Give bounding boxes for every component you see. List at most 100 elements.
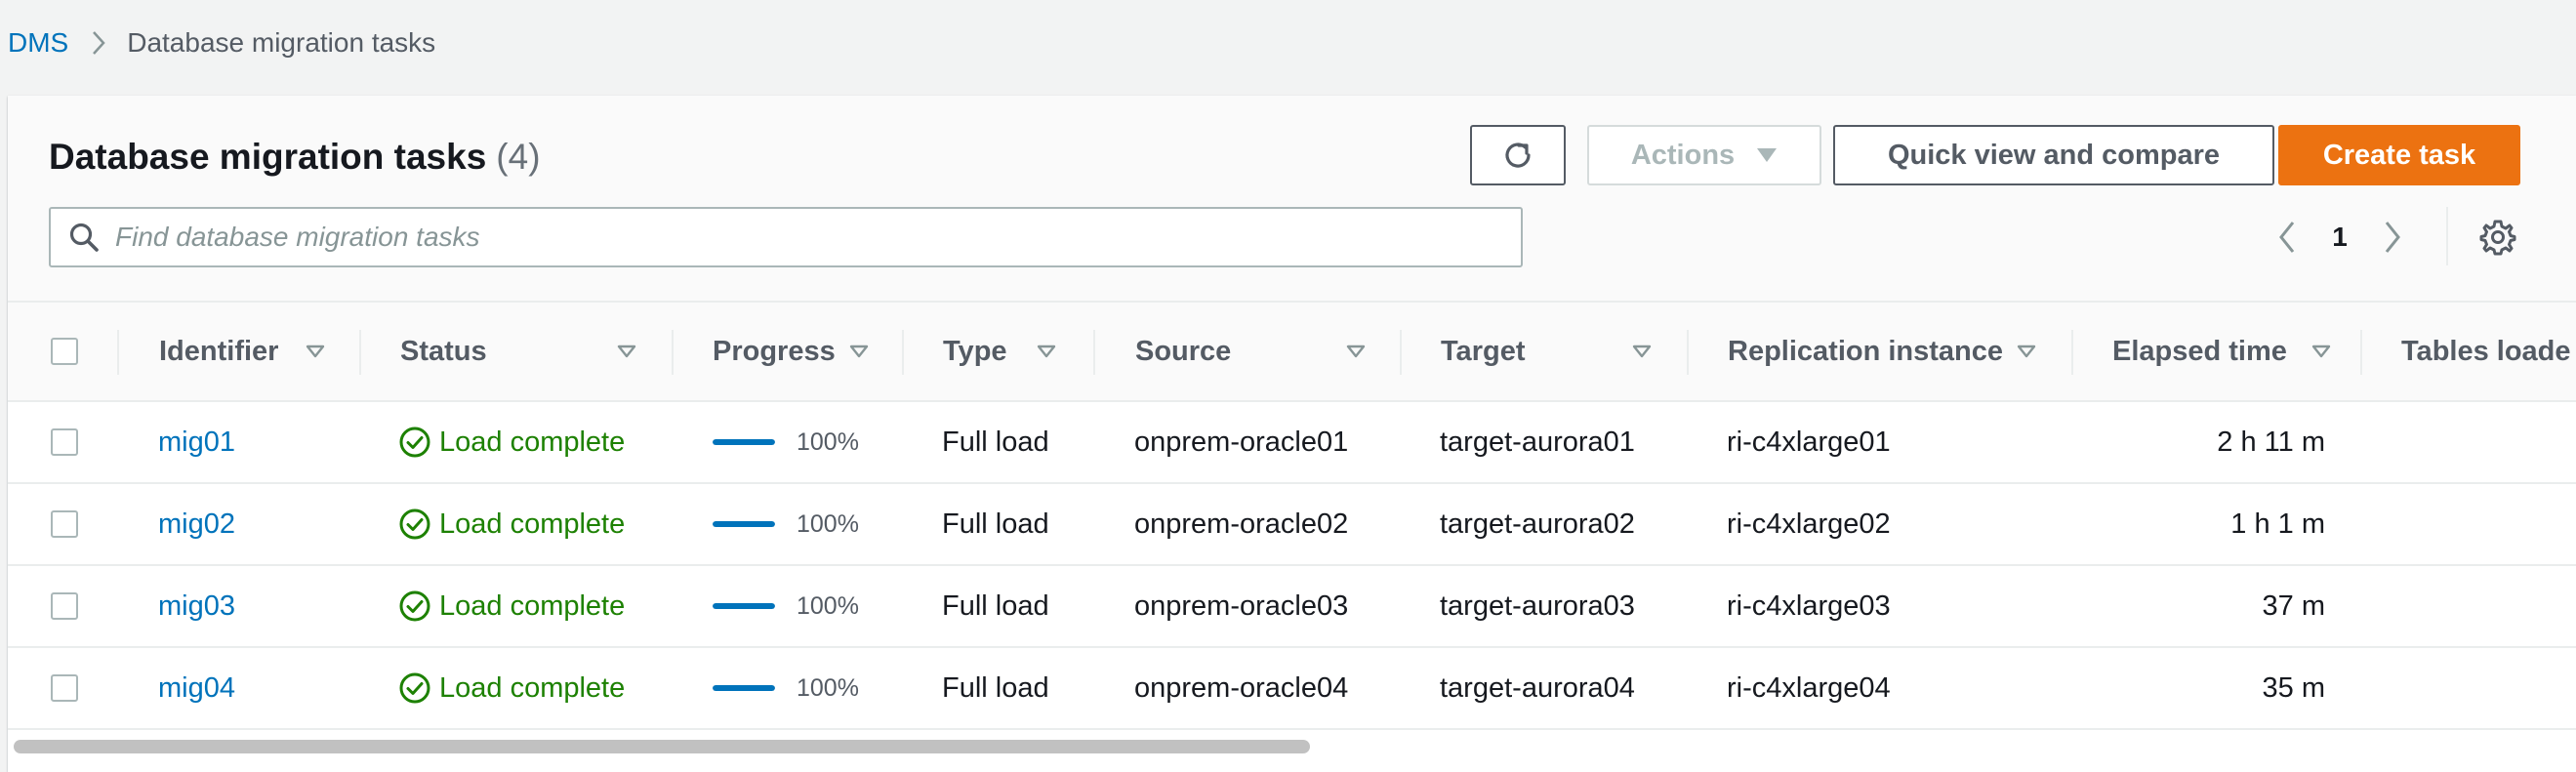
task-identifier-link[interactable]: mig01 — [158, 402, 235, 482]
column-header-replication-instance[interactable]: Replication instance — [1728, 303, 2079, 400]
status-cell: Load complete — [398, 648, 625, 728]
sort-caret-icon — [2311, 345, 2331, 358]
panel-title-row: Database migration tasks (4) — [49, 137, 541, 178]
pager-divider — [2446, 207, 2448, 265]
progress-percent: 100% — [797, 673, 859, 702]
elapsed-time-cell: 37 m — [2262, 589, 2325, 622]
column-header-elapsed-time[interactable]: Elapsed time — [2112, 303, 2366, 400]
column-label-elapsed-time: Elapsed time — [2112, 335, 2287, 367]
source-cell: onprem-oracle03 — [1134, 589, 1349, 622]
breadcrumb-dms-link[interactable]: DMS — [8, 27, 68, 59]
elapsed-time-cell: 2 h 11 m — [2217, 426, 2325, 458]
type-cell: Full load — [942, 426, 1049, 458]
sort-caret-icon — [306, 345, 325, 358]
progress-bar — [713, 603, 775, 609]
check-circle-icon — [398, 426, 431, 459]
row-select-cell — [51, 402, 78, 482]
page-title: Database migration tasks — [49, 137, 487, 177]
column-label-progress: Progress — [713, 335, 836, 367]
prev-page-button[interactable] — [2268, 215, 2307, 260]
column-header-identifier[interactable]: Identifier — [159, 303, 374, 400]
refresh-button[interactable] — [1470, 125, 1566, 185]
refresh-icon — [1500, 138, 1535, 173]
column-header-target[interactable]: Target — [1441, 303, 1675, 400]
panel-header: Database migration tasks (4) Actions Qui… — [8, 96, 2576, 301]
scrollbar-thumb[interactable] — [14, 740, 1310, 753]
task-count: (4) — [496, 137, 541, 177]
type-cell: Full load — [942, 508, 1049, 540]
row-checkbox[interactable] — [51, 592, 78, 620]
source-cell: onprem-oracle01 — [1134, 426, 1349, 458]
search-input[interactable] — [115, 222, 1521, 253]
sort-caret-icon — [1037, 345, 1056, 358]
column-label-type: Type — [943, 335, 1007, 367]
replication-instance-cell: ri-c4xlarge01 — [1727, 426, 1891, 458]
replication-instance-cell: ri-c4xlarge02 — [1727, 508, 1891, 540]
quick-view-compare-button[interactable]: Quick view and compare — [1833, 125, 2274, 185]
chevron-right-icon — [2384, 221, 2401, 254]
gear-icon — [2479, 219, 2516, 256]
sort-caret-icon — [617, 345, 636, 358]
progress-cell: 100% — [713, 402, 859, 482]
status-cell: Load complete — [398, 566, 625, 646]
column-header-progress[interactable]: Progress — [713, 303, 927, 400]
horizontal-scrollbar[interactable] — [8, 728, 2576, 772]
progress-percent: 100% — [797, 427, 859, 456]
column-header-status[interactable]: Status — [400, 303, 644, 400]
table-row: mig01 Load complete 100% Full load onpre… — [8, 402, 2576, 484]
table-row: mig03 Load complete 100% Full load onpre… — [8, 566, 2576, 648]
column-divider — [1400, 330, 1402, 375]
actions-dropdown[interactable]: Actions — [1587, 125, 1821, 185]
source-cell: onprem-oracle02 — [1134, 508, 1349, 540]
row-select-cell — [51, 484, 78, 564]
breadcrumb: DMS Database migration tasks — [8, 25, 435, 61]
elapsed-time-cell: 1 h 1 m — [2230, 508, 2325, 540]
check-circle-icon — [398, 508, 431, 541]
progress-fill — [713, 521, 775, 527]
task-identifier-link[interactable]: mig02 — [158, 484, 235, 564]
target-cell: target-aurora01 — [1440, 426, 1635, 458]
column-divider — [2071, 330, 2073, 375]
column-header-source[interactable]: Source — [1135, 303, 1389, 400]
actions-label: Actions — [1630, 139, 1736, 171]
check-circle-icon — [398, 589, 431, 623]
progress-bar — [713, 439, 775, 445]
preferences-button[interactable] — [2477, 217, 2518, 258]
row-checkbox[interactable] — [51, 674, 78, 702]
progress-cell: 100% — [713, 648, 859, 728]
replication-instance-cell: ri-c4xlarge03 — [1727, 589, 1891, 622]
column-divider — [672, 330, 674, 375]
progress-cell: 100% — [713, 566, 859, 646]
task-identifier-link[interactable]: mig04 — [158, 648, 235, 728]
status-text: Load complete — [439, 426, 626, 458]
column-header-type[interactable]: Type — [943, 303, 1119, 400]
tasks-table: Identifier Status Progress Type Source T… — [8, 301, 2576, 730]
row-checkbox[interactable] — [51, 510, 78, 538]
column-divider — [1687, 330, 1689, 375]
table-row: mig02 Load complete 100% Full load onpre… — [8, 484, 2576, 566]
create-task-button[interactable]: Create task — [2278, 125, 2520, 185]
column-divider — [902, 330, 904, 375]
column-label-source: Source — [1135, 335, 1232, 367]
breadcrumb-current: Database migration tasks — [127, 27, 436, 58]
select-all-cell — [51, 303, 78, 400]
progress-bar — [713, 521, 775, 527]
column-header-tables-loaded[interactable]: Tables loade — [2401, 303, 2576, 400]
table-row: mig04 Load complete 100% Full load onpre… — [8, 648, 2576, 730]
select-all-checkbox[interactable] — [51, 338, 78, 365]
column-divider — [2360, 330, 2362, 375]
type-cell: Full load — [942, 589, 1049, 622]
next-page-button[interactable] — [2373, 215, 2412, 260]
caret-down-icon — [1756, 147, 1778, 163]
progress-fill — [713, 603, 775, 609]
row-checkbox[interactable] — [51, 428, 78, 456]
search-field[interactable] — [49, 207, 1523, 267]
current-page-number[interactable]: 1 — [2307, 222, 2373, 253]
status-text: Load complete — [439, 508, 626, 540]
target-cell: target-aurora03 — [1440, 589, 1635, 622]
sort-caret-icon — [2017, 345, 2036, 358]
progress-percent: 100% — [797, 509, 859, 538]
task-identifier-link[interactable]: mig03 — [158, 566, 235, 646]
replication-instance-cell: ri-c4xlarge04 — [1727, 671, 1891, 704]
status-text: Load complete — [439, 671, 626, 704]
